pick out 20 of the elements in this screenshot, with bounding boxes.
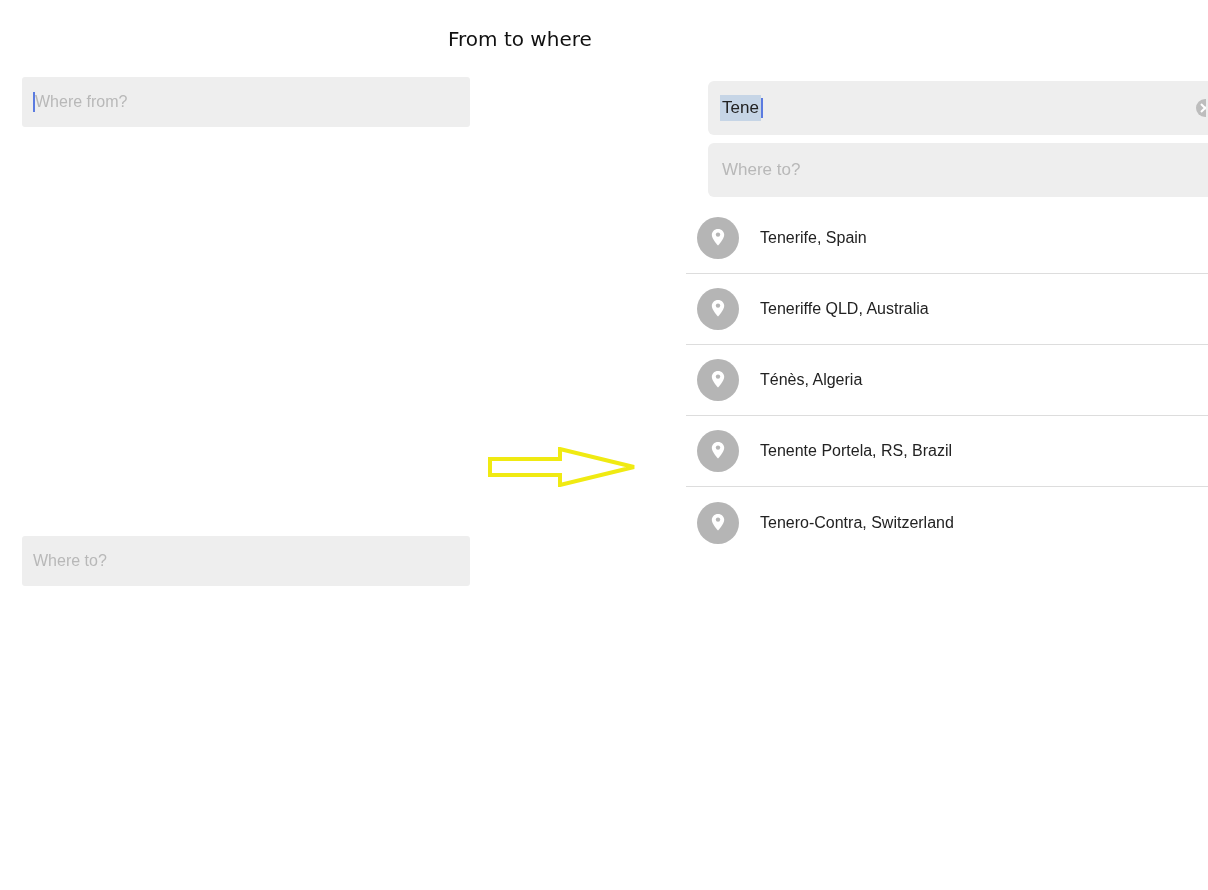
location-pin-icon <box>697 501 739 544</box>
clear-icon[interactable] <box>1196 99 1206 117</box>
suggestion-label: Tenente Portela, RS, Brazil <box>760 441 953 461</box>
suggestion-item[interactable]: Ténès, Algeria <box>686 345 1208 416</box>
suggestion-label: Tenero-Contra, Switzerland <box>760 512 954 533</box>
location-pin-icon <box>697 217 739 259</box>
location-pin-icon <box>697 288 739 330</box>
location-pin-icon <box>697 430 739 472</box>
text-cursor <box>33 92 35 112</box>
text-cursor <box>760 98 763 118</box>
location-pin-icon <box>697 359 739 401</box>
suggestion-item[interactable]: Tenerife, Spain <box>686 203 1208 274</box>
page-title: From to where <box>448 25 592 53</box>
suggestion-label: Tenerife, Spain <box>760 228 867 248</box>
suggestion-label: Ténès, Algeria <box>760 370 863 390</box>
location-field[interactable]: Tene <box>708 81 1208 135</box>
suggestion-item[interactable]: Teneriffe QLD, Australia <box>686 274 1208 345</box>
suggestion-item[interactable]: Tenero-Contra, Switzerland <box>686 487 1208 558</box>
suggestion-item[interactable]: Tenente Portela, RS, Brazil <box>686 416 1208 487</box>
suggestion-label: Teneriffe QLD, Australia <box>760 299 929 319</box>
